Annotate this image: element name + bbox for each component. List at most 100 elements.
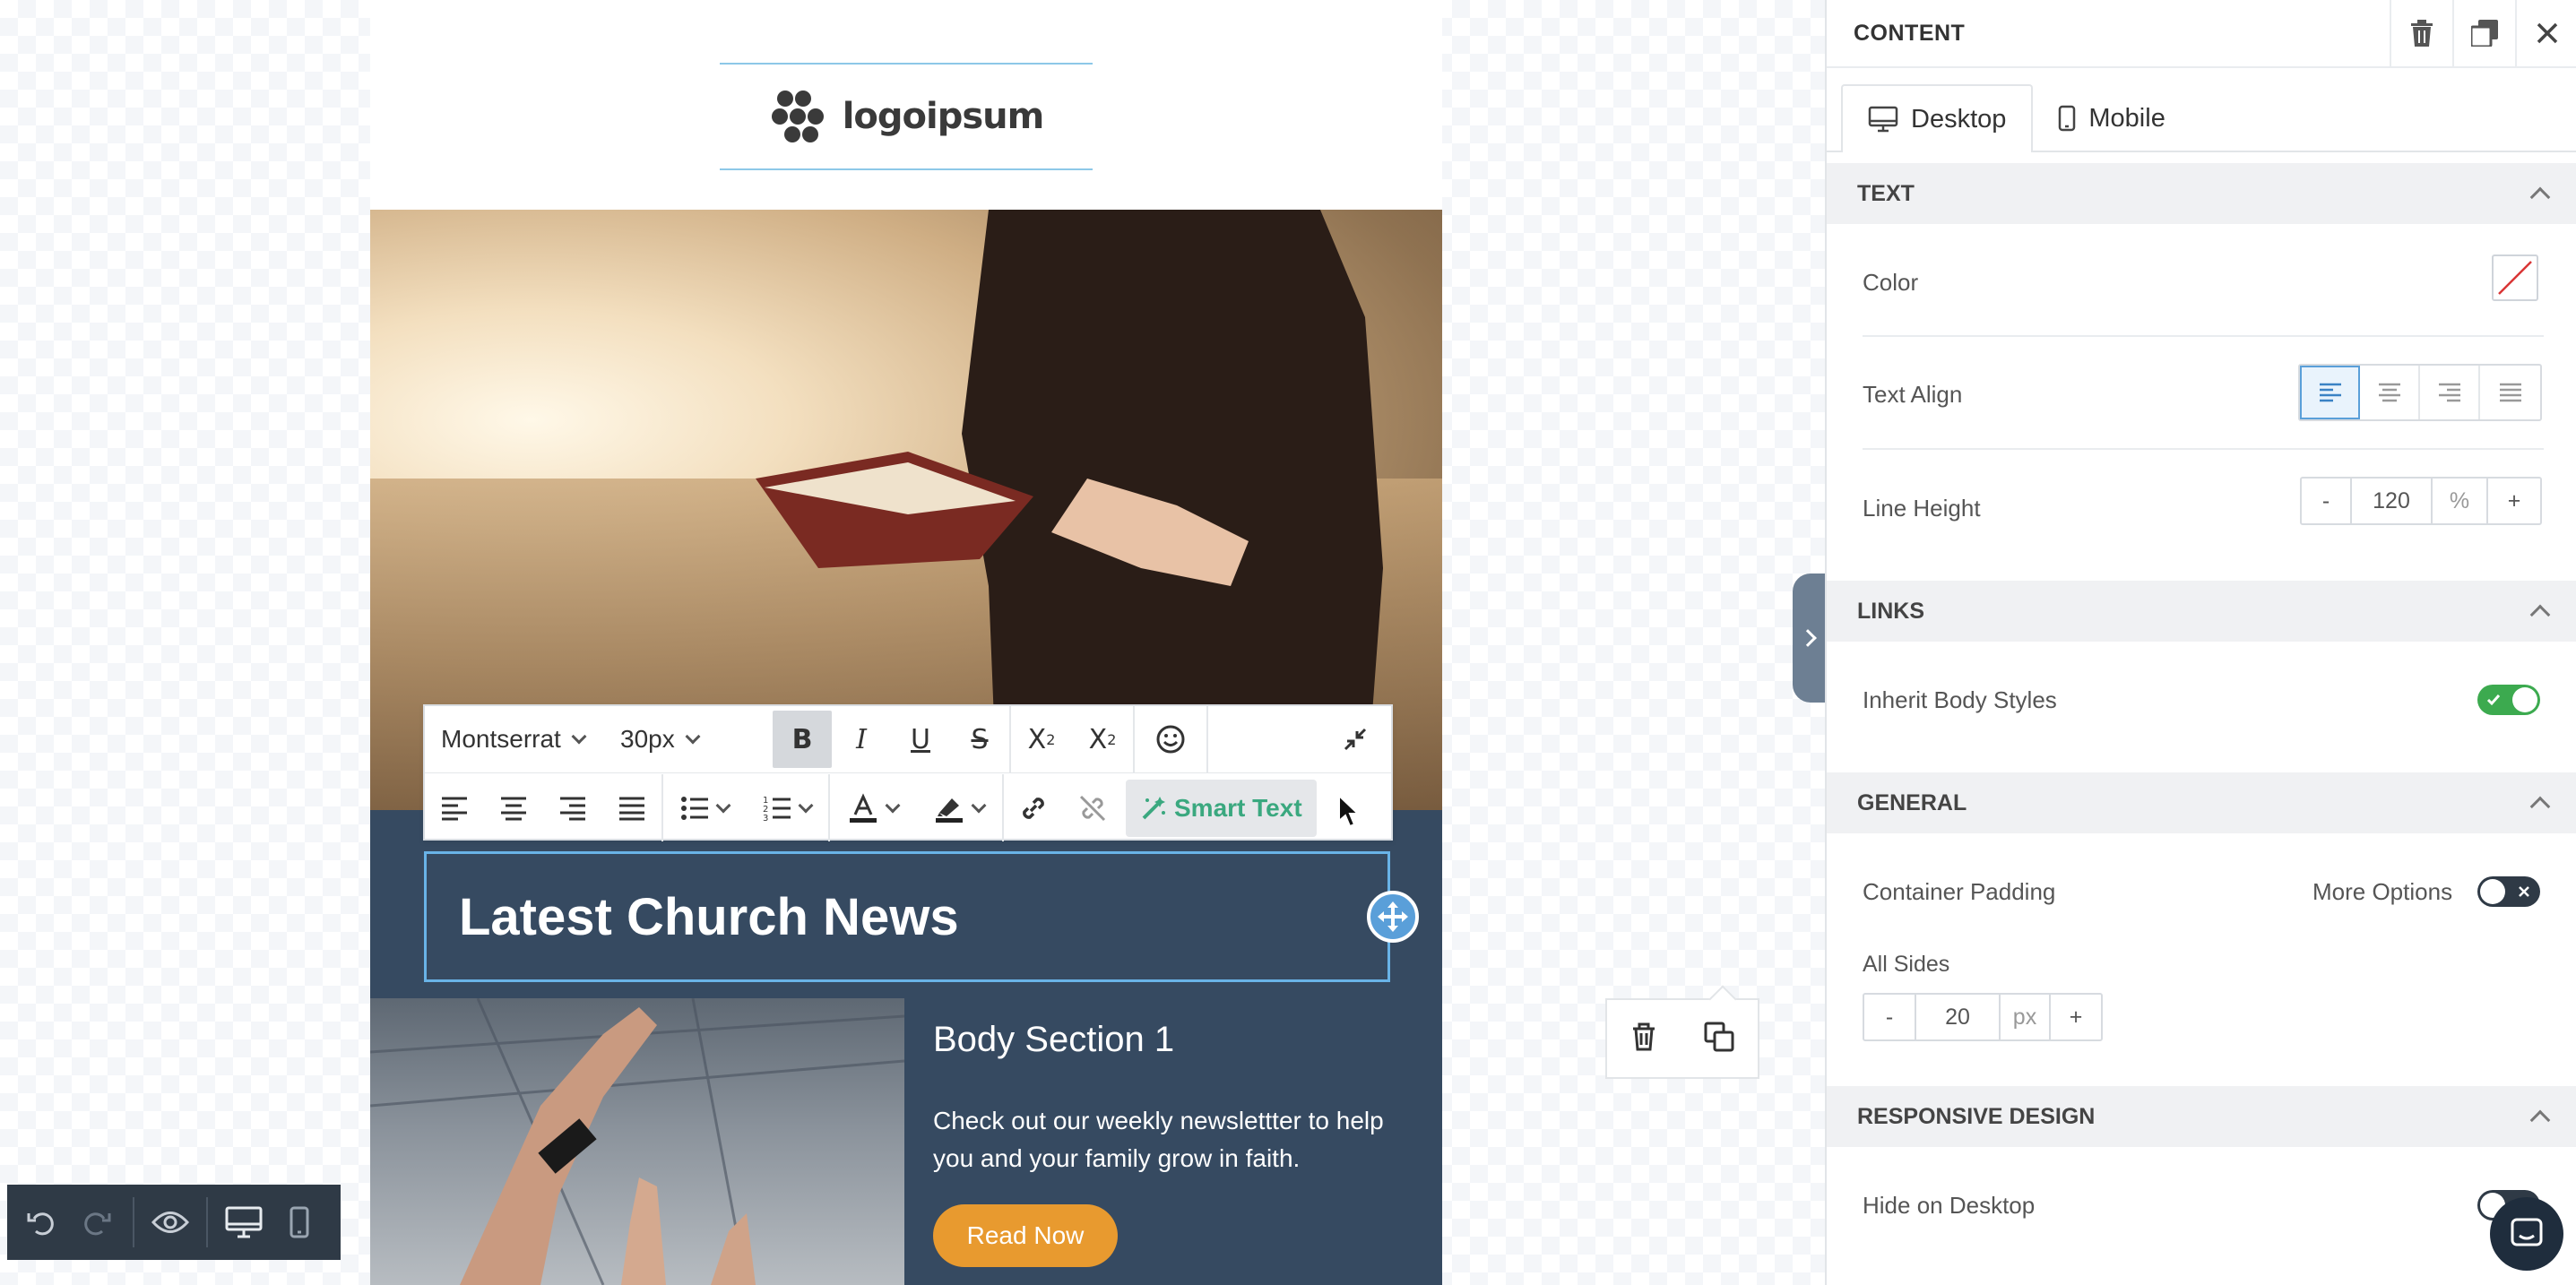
chevron-down-icon (798, 798, 814, 813)
text-align-left-button[interactable] (2300, 366, 2361, 419)
inherit-body-styles-toggle[interactable] (2477, 685, 2540, 715)
subscript-icon[interactable]: X2 (1072, 706, 1133, 772)
color-label: Color (1863, 269, 1919, 296)
headline-text-block[interactable]: Latest Church News (424, 851, 1390, 982)
toolbar-divider (1206, 705, 1208, 773)
delete-block-icon[interactable] (1630, 1022, 1657, 1056)
duplicate-icon[interactable] (2452, 0, 2515, 67)
links-section-title: LINKS (1857, 598, 1924, 624)
font-size-select[interactable]: 30px (604, 706, 765, 772)
font-family-select[interactable]: Montserrat (425, 706, 604, 772)
x-icon (2519, 886, 2529, 897)
toggle-knob (2480, 879, 2505, 904)
control-divider (133, 1197, 134, 1247)
duplicate-block-icon[interactable] (1704, 1022, 1734, 1056)
underline-icon[interactable]: U (891, 706, 950, 772)
align-right-icon[interactable] (543, 774, 602, 841)
chevron-up-icon (2529, 604, 2551, 625)
preview-eye-icon[interactable] (145, 1195, 195, 1249)
divider (1863, 448, 2544, 450)
chevron-up-icon (2529, 1109, 2551, 1131)
desktop-icon (1868, 106, 1898, 133)
more-options-toggle[interactable] (2477, 876, 2540, 907)
redo-icon[interactable] (72, 1195, 122, 1249)
superscript-icon[interactable]: X2 (1011, 706, 1072, 772)
smart-text-button[interactable]: Smart Text (1126, 779, 1317, 837)
read-now-button[interactable]: Read Now (933, 1204, 1118, 1267)
svg-text:3: 3 (763, 814, 768, 822)
tab-mobile[interactable]: Mobile (2033, 84, 2190, 152)
move-handle-icon[interactable] (1367, 891, 1419, 943)
padding-stepper: - 20 px + (1863, 993, 2103, 1041)
panel-header: CONTENT (1827, 0, 2576, 68)
text-align-group (2298, 364, 2542, 421)
control-divider (206, 1197, 208, 1247)
body-image[interactable] (370, 998, 904, 1285)
links-section-header[interactable]: LINKS (1827, 581, 2576, 642)
bullet-list-button[interactable] (663, 774, 746, 841)
align-justify-icon[interactable] (602, 774, 661, 841)
block-actions-popover (1605, 998, 1759, 1079)
body-photo (370, 998, 904, 1285)
body-section-text[interactable]: Check out our weekly newslettter to help… (933, 1102, 1417, 1177)
line-height-decrease-button[interactable]: - (2302, 479, 2352, 523)
responsive-section-title: RESPONSIVE DESIGN (1857, 1103, 2096, 1129)
properties-panel: CONTENT Desktop Mobile TEXT Color Text A… (1825, 0, 2576, 1285)
body-section-title[interactable]: Body Section 1 (933, 1020, 1174, 1060)
bold-icon[interactable]: B (773, 711, 832, 768)
numbered-list-button[interactable]: 123 (746, 774, 828, 841)
align-center-icon[interactable] (484, 774, 543, 841)
delete-icon[interactable] (2390, 0, 2452, 67)
padding-decrease-button[interactable]: - (1864, 995, 1916, 1039)
link-icon[interactable] (1004, 774, 1063, 841)
chevron-up-icon (2529, 796, 2551, 817)
text-color-button[interactable] (830, 774, 916, 841)
text-align-justify-button[interactable] (2480, 366, 2540, 419)
inherit-body-styles-label: Inherit Body Styles (1863, 686, 2057, 713)
hide-on-desktop-label: Hide on Desktop (1863, 1192, 2036, 1219)
strikethrough-icon[interactable]: S (950, 706, 1009, 772)
line-height-input[interactable]: 120 (2352, 479, 2433, 523)
line-height-increase-button[interactable]: + (2488, 479, 2540, 523)
responsive-section-header[interactable]: RESPONSIVE DESIGN (1827, 1086, 2576, 1147)
chevron-right-icon (1799, 629, 1817, 647)
toggle-knob (2512, 687, 2537, 712)
tab-mobile-label: Mobile (2088, 103, 2165, 133)
device-tabs: Desktop Mobile (1841, 84, 2191, 152)
text-align-center-button[interactable] (2360, 366, 2421, 419)
unlink-icon[interactable] (1063, 774, 1122, 841)
desktop-view-icon[interactable] (219, 1195, 269, 1249)
padding-input[interactable]: 20 (1916, 995, 2001, 1039)
logo-block[interactable]: logoipsum (720, 63, 1093, 170)
undo-icon[interactable] (16, 1195, 66, 1249)
text-align-right-button[interactable] (2420, 366, 2481, 419)
tab-desktop-label: Desktop (1911, 104, 2007, 134)
close-icon[interactable] (2515, 0, 2576, 67)
email-canvas: logoipsum Latest Church News Body Sectio… (0, 0, 1825, 1285)
text-section-header[interactable]: TEXT (1827, 163, 2576, 224)
highlight-color-button[interactable] (916, 774, 1002, 841)
padding-unit: px (2001, 995, 2051, 1039)
collapse-panel-tab[interactable] (1793, 574, 1825, 703)
tab-desktop[interactable]: Desktop (1841, 84, 2034, 152)
chat-support-button[interactable] (2490, 1197, 2563, 1271)
bullet-list-icon (681, 796, 708, 820)
general-section-header[interactable]: GENERAL (1827, 772, 2576, 833)
mobile-view-icon[interactable] (274, 1195, 324, 1249)
headline[interactable]: Latest Church News (459, 887, 959, 947)
text-color-icon (850, 792, 877, 823)
align-left-icon[interactable] (425, 774, 484, 841)
smart-text-label: Smart Text (1174, 793, 1302, 822)
italic-icon[interactable]: I (832, 706, 891, 772)
text-format-toolbar: Montserrat 30px B I U S X2 X2 1 2 3 Smar… (423, 704, 1393, 841)
chat-icon (2511, 1218, 2543, 1246)
line-height-unit: % (2433, 479, 2488, 523)
emoji-icon[interactable] (1135, 706, 1206, 772)
check-icon (2486, 694, 2501, 706)
editor-control-bar (7, 1185, 341, 1260)
color-swatch[interactable] (2492, 254, 2538, 301)
collapse-toolbar-icon[interactable] (1319, 706, 1391, 772)
padding-increase-button[interactable]: + (2051, 995, 2101, 1039)
chevron-up-icon (2529, 186, 2551, 208)
mouse-cursor-icon (1338, 794, 1361, 828)
